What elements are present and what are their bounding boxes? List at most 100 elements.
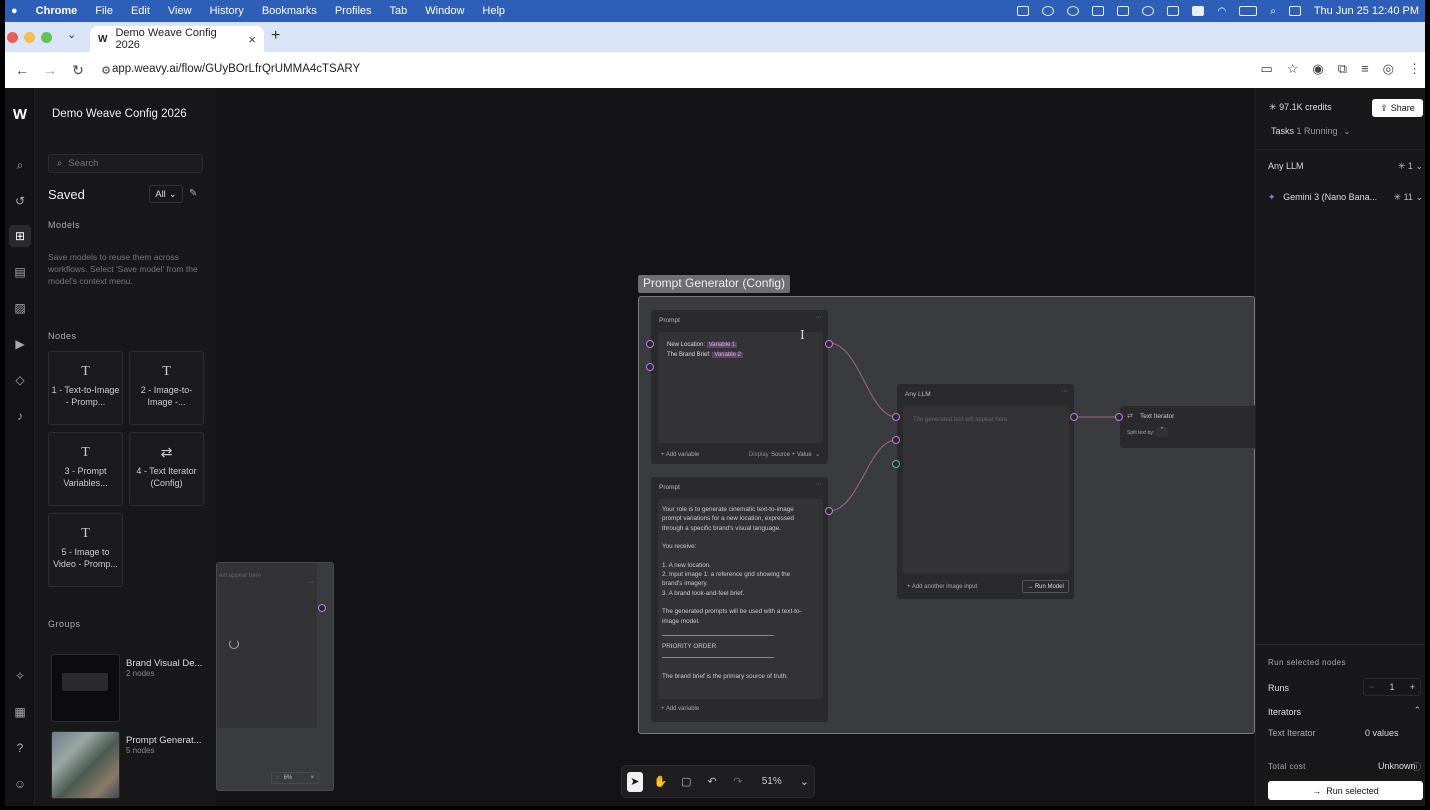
workflow-canvas[interactable]: ext appear here ··· ◌ 6% × Prompt Genera… xyxy=(216,88,1259,806)
saved-filter-select[interactable]: All ⌄ xyxy=(149,185,183,203)
iterators-row[interactable]: Iterators ⌃ xyxy=(1268,705,1421,717)
menu-history[interactable]: History xyxy=(210,5,244,17)
task-model-row[interactable]: ✦ Gemini 3 (Nano Bana... ✳ 11 ⌄ xyxy=(1268,192,1423,203)
add-image-input-button[interactable]: + Add another image input xyxy=(907,584,977,590)
menu-edit[interactable]: Edit xyxy=(131,5,150,17)
window-minimize-button[interactable] xyxy=(24,31,35,43)
menu-file[interactable]: File xyxy=(95,5,113,17)
undo-icon[interactable]: ↶ xyxy=(704,772,720,792)
run-model-button[interactable]: → Run Model xyxy=(1022,580,1069,593)
bookmark-star-icon[interactable]: ☆ xyxy=(1287,61,1299,77)
llm-node[interactable]: Any LLM ··· The generated text will appe… xyxy=(896,383,1075,600)
input-port[interactable] xyxy=(646,340,654,348)
input-port[interactable] xyxy=(1115,413,1123,421)
output-port[interactable] xyxy=(318,604,326,612)
tasks-dropdown[interactable]: Tasks 1 Running ⌄ xyxy=(1271,126,1351,137)
iterator-values[interactable]: 0 values xyxy=(1365,728,1399,738)
runs-value[interactable]: 1 xyxy=(1389,682,1394,692)
status-icon[interactable] xyxy=(1117,6,1130,16)
saved-node-card[interactable]: T 3 - Prompt Variables... xyxy=(48,432,123,506)
prompt-editor[interactable]: New Location: Variable 1 The Brand Brief… xyxy=(658,332,823,443)
spotlight-search-icon[interactable]: ⌕ xyxy=(1270,6,1276,17)
share-button[interactable]: ⇪ Share xyxy=(1372,99,1423,117)
project-title[interactable]: Demo Weave Config 2026 xyxy=(52,108,187,120)
chevron-down-icon[interactable]: ⌄ xyxy=(815,451,820,458)
control-center-icon[interactable] xyxy=(1288,6,1301,16)
input-port[interactable] xyxy=(892,436,900,444)
zoom-level[interactable]: 51% xyxy=(762,776,782,787)
node-menu-icon[interactable]: ··· xyxy=(307,579,314,586)
window-close-button[interactable] xyxy=(7,31,18,43)
weavy-logo-icon[interactable]: W xyxy=(9,103,31,125)
tab-close-icon[interactable]: × xyxy=(248,32,256,47)
split-input[interactable]: * xyxy=(1156,427,1168,437)
library-search-input[interactable] xyxy=(68,158,189,169)
address-bar-url[interactable]: app.weavy.ai/flow/GUyBOrLfrQrUMMA4cTSARY xyxy=(112,63,360,75)
decrement-icon[interactable]: − xyxy=(1369,682,1374,692)
menu-tab[interactable]: Tab xyxy=(390,5,408,17)
output-port[interactable] xyxy=(1070,413,1078,421)
battery-icon[interactable] xyxy=(1239,6,1258,16)
menubar-clock[interactable]: Thu Jun 25 12:40 PM xyxy=(1314,5,1419,17)
sticky-note-icon[interactable]: ▢ xyxy=(679,772,695,792)
discord-icon[interactable]: ☺ xyxy=(9,773,31,795)
saved-group-item[interactable]: Prompt Generat... 5 nodes xyxy=(51,731,211,801)
status-icon[interactable] xyxy=(1142,6,1155,16)
history-icon[interactable]: ↺ xyxy=(9,190,31,212)
cancel-icon[interactable]: × xyxy=(310,775,314,781)
menu-window[interactable]: Window xyxy=(425,5,464,17)
3d-cube-icon[interactable]: ◇ xyxy=(9,369,31,391)
menu-app-name[interactable]: Chrome xyxy=(36,5,78,17)
select-tool-icon[interactable]: ➤ xyxy=(627,771,643,792)
partial-node[interactable]: ext appear here ··· ◌ 6% × xyxy=(216,562,334,791)
gallery-icon[interactable]: ▦ xyxy=(9,701,31,723)
node-menu-icon[interactable]: ··· xyxy=(1061,388,1068,395)
group-label[interactable]: Prompt Generator (Config) xyxy=(638,275,791,293)
saved-node-card[interactable]: T 1 - Text-to-Image - Promp... xyxy=(48,351,123,425)
redo-icon[interactable]: ↷ xyxy=(730,772,746,792)
saved-node-card[interactable]: ⇄ 4 - Text Iterator (Config) xyxy=(129,432,204,506)
library-search[interactable]: ⌕ xyxy=(48,154,203,173)
edit-pencil-icon[interactable]: ✎ xyxy=(189,188,197,199)
node-menu-icon[interactable]: ··· xyxy=(815,314,822,321)
tab-search-chevron-icon[interactable]: ⌄ xyxy=(67,28,76,41)
extension-icon[interactable]: ◉ xyxy=(1312,61,1323,77)
output-port[interactable] xyxy=(825,507,833,515)
help-icon[interactable]: ? xyxy=(9,737,31,759)
status-icon[interactable] xyxy=(1092,6,1105,16)
nodes-library-icon[interactable]: ⊞ xyxy=(9,225,31,247)
runs-stepper[interactable]: − 1 + xyxy=(1363,678,1421,696)
chevron-up-icon[interactable]: ⌃ xyxy=(1413,705,1421,716)
group-container[interactable]: Prompt ··· New Location: Variable 1 The … xyxy=(638,296,1259,734)
pan-hand-icon[interactable]: ✋ xyxy=(653,772,669,792)
install-app-icon[interactable]: ▭ xyxy=(1260,61,1272,77)
status-icon[interactable] xyxy=(1167,6,1180,16)
text-iterator-node[interactable]: ⇄ Text Iterator Split text by: * xyxy=(1119,405,1259,449)
menu-help[interactable]: Help xyxy=(482,5,505,17)
extensions-puzzle-icon[interactable]: ⧉ xyxy=(1338,61,1347,77)
variable-chip[interactable]: Variable 1 xyxy=(706,342,738,348)
run-selected-button[interactable]: → Run selected xyxy=(1268,781,1423,800)
prompt-editor[interactable]: Your role is to generate cinematic text-… xyxy=(658,499,823,699)
image-input-port[interactable] xyxy=(892,460,900,468)
input-port[interactable] xyxy=(892,413,900,421)
forward-arrow-icon[interactable]: → xyxy=(39,62,61,78)
search-icon[interactable]: ⌕ xyxy=(9,154,31,176)
increment-icon[interactable]: + xyxy=(1410,682,1415,692)
media-controls-icon[interactable]: ≡ xyxy=(1361,61,1369,77)
info-icon[interactable]: ⓘ xyxy=(1412,760,1421,773)
toolbox-icon[interactable]: ▤ xyxy=(9,261,31,283)
status-icon[interactable] xyxy=(1017,6,1030,16)
node-menu-icon[interactable]: ··· xyxy=(815,481,822,488)
zoom-chevron-down-icon[interactable]: ⌄ xyxy=(800,775,809,788)
status-icon[interactable] xyxy=(1067,6,1080,16)
reload-icon[interactable]: ↻ xyxy=(67,62,89,79)
add-variable-button[interactable]: + Add variable xyxy=(661,452,699,458)
saved-group-item[interactable]: Brand Visual De... 2 nodes xyxy=(51,654,211,724)
task-model-row[interactable]: Any LLM ✳ 1 ⌄ xyxy=(1268,161,1423,171)
variable-chip[interactable]: Variable 2 xyxy=(712,352,743,358)
menu-view[interactable]: View xyxy=(168,5,192,17)
add-variable-button[interactable]: + Add variable xyxy=(661,706,699,712)
browser-tab-active[interactable]: W Demo Weave Config 2026 × xyxy=(90,26,264,52)
status-icon[interactable] xyxy=(1042,6,1055,16)
